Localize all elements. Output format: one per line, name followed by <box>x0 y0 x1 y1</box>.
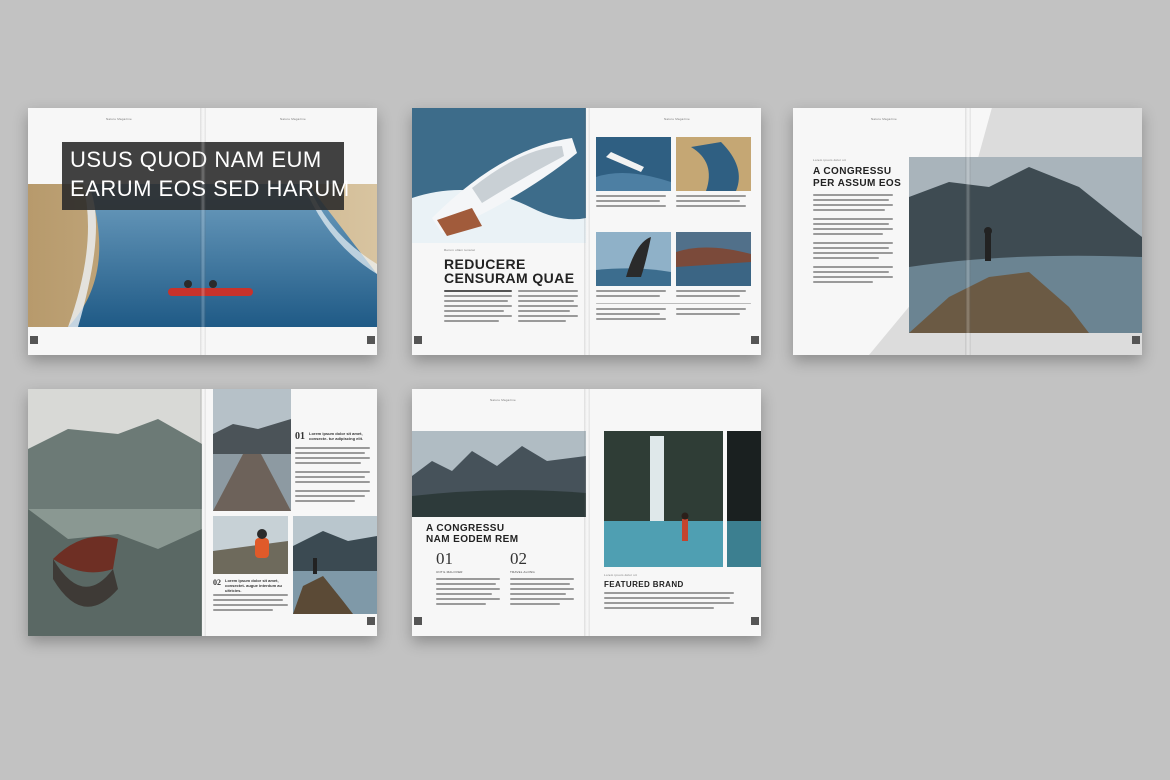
page-number-box <box>751 336 759 344</box>
item-text-2: Lorem ipsum dolor sit amet, consectet- a… <box>225 578 282 593</box>
kicker: Lorem ipsum dolor sit <box>813 158 846 162</box>
spread-5: Nature Magazine A CONGRESSU NAM EODEM RE… <box>412 389 761 636</box>
headline-line-1: A CONGRESSU <box>426 523 505 534</box>
page-number-box <box>751 617 759 625</box>
kicker: Lorem ipsum dolor sit <box>604 573 637 577</box>
page-number-box <box>414 617 422 625</box>
page-fold <box>584 108 590 355</box>
page-number-box <box>367 617 375 625</box>
speedboat-photo <box>412 108 586 243</box>
whale-photo <box>596 232 671 286</box>
item-text-1: Lorem ipsum dolor sit amet, consecte- tu… <box>309 431 364 441</box>
headline-line-2: CENSURAM QUAE <box>444 270 575 286</box>
headline-line-2: PER ASSUM EOS <box>813 178 902 189</box>
page-fold <box>200 108 206 355</box>
header: Nature Magazine <box>490 398 516 402</box>
spread-3: Nature Magazine Lorem ipsum dolor sit A … <box>793 108 1142 355</box>
column-number-2: 02 <box>510 549 527 568</box>
page-number-box <box>414 336 422 344</box>
page-fold <box>584 389 590 636</box>
hiker-sitting-photo <box>213 516 288 574</box>
harbor-photo <box>676 232 751 286</box>
header: Nature Magazine <box>871 117 897 121</box>
headline-line-1: USUS QUOD NAM EUM <box>70 147 322 172</box>
lake-boat-photo <box>28 389 202 636</box>
item-number-1: 01 <box>295 431 305 442</box>
dark-cliff-photo <box>727 431 761 567</box>
headline-line-2: NAM EODEM REM <box>426 534 519 545</box>
waterfall-photo <box>604 431 723 567</box>
column-number-1: 01 <box>436 549 453 568</box>
spread-4: 01 Lorem ipsum dolor sit amet, consecte-… <box>28 389 377 636</box>
spread-1: Nature Magazine Nature Magazine USUS QUO… <box>28 108 377 355</box>
column-label-1: UNTIL MALOVER <box>436 570 463 574</box>
page-fold <box>965 108 971 355</box>
header-right: Nature Magazine <box>280 117 306 121</box>
header-left: Nature Magazine <box>106 117 132 121</box>
header: Nature Magazine <box>664 117 690 121</box>
spread-2: Rerum ullam tenarat REDUCERE CENSURAM QU… <box>412 108 761 355</box>
page-number-box <box>30 336 38 344</box>
column-label-2: TRAVEL ALONG <box>510 570 535 574</box>
boat-aerial-photo <box>596 137 671 191</box>
mountain-range-photo <box>412 431 586 517</box>
kicker: Rerum ullam tenarat <box>444 248 475 252</box>
page-number-box <box>367 336 375 344</box>
feature-title: FEATURED BRAND <box>604 580 684 589</box>
page-number-box <box>1132 336 1140 344</box>
cliff-hiker-photo <box>293 516 377 614</box>
page-fold <box>200 389 206 636</box>
pier-photo <box>213 389 291 511</box>
headline-line-1: A CONGRESSU <box>813 166 892 177</box>
item-number-2: 02 <box>213 578 221 587</box>
mountain-hiker-photo <box>909 157 1142 333</box>
headline-line-2: EARUM EOS SED HARUM <box>70 176 350 201</box>
coast-aerial-photo <box>676 137 751 191</box>
